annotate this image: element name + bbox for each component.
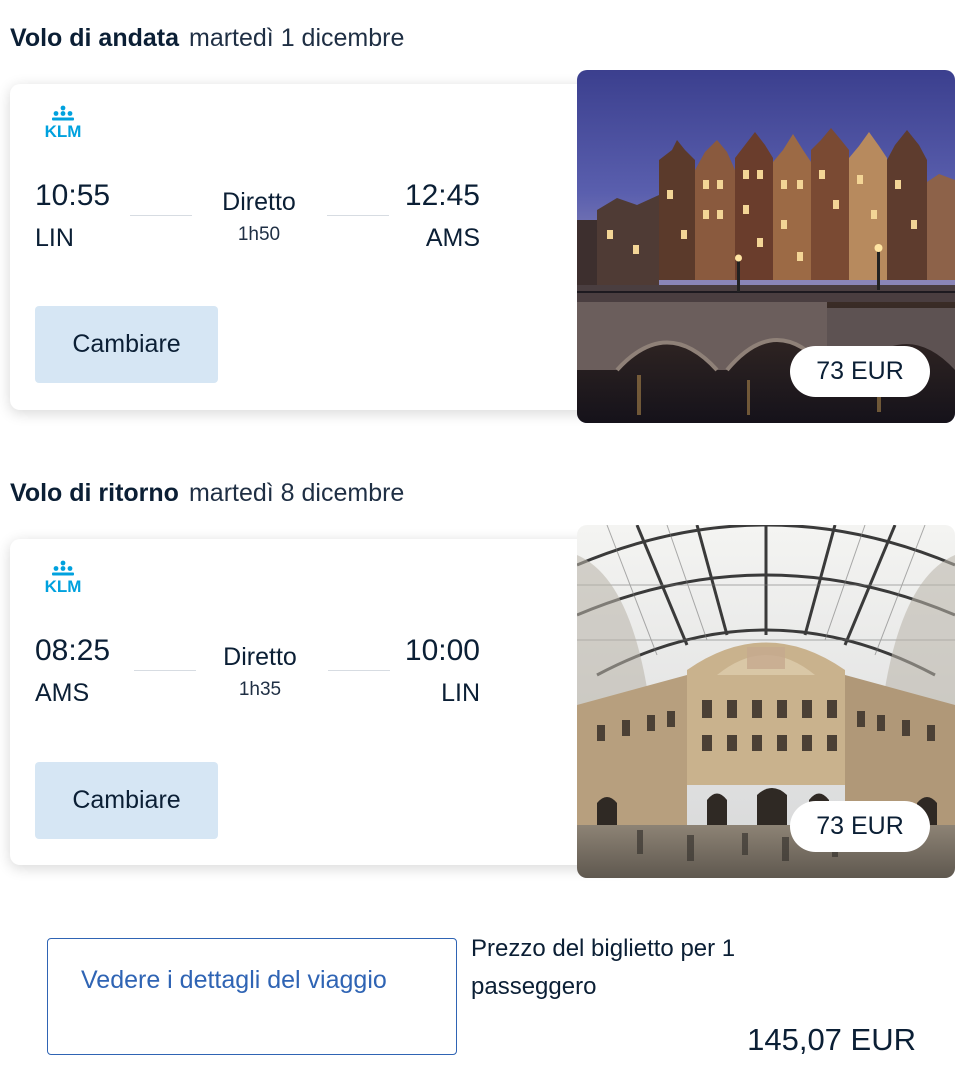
outbound-flight-card: KLM 10:55 LIN Diretto 1h50 12:45 AMS Cam… [10, 84, 630, 410]
return-flight-card: KLM 08:25 AMS Diretto 1h35 10:00 LIN Cam… [10, 539, 630, 865]
return-date: martedì 8 dicembre [188, 479, 405, 507]
change-return-button[interactable]: Cambiare [35, 762, 218, 839]
change-outbound-button[interactable]: Cambiare [35, 306, 218, 383]
amsterdam-canal-photo: 73 EUR [577, 70, 955, 423]
departure-airport: AMS [35, 679, 90, 707]
outbound-label: Volo di andata [10, 24, 179, 52]
outbound-date: martedì 1 dicembre [189, 24, 405, 52]
route-line-left [134, 670, 196, 671]
departure-time: 10:55 [35, 179, 111, 212]
klm-logo: KLM [45, 560, 82, 595]
klm-logo-text: KLM [45, 122, 82, 140]
arrival-airport: LIN [441, 679, 480, 707]
departure-airport: LIN [35, 224, 74, 252]
flight-type: Diretto [222, 188, 296, 216]
milan-galleria-photo: 73 EUR [577, 525, 955, 878]
return-label: Volo di ritorno [10, 479, 179, 507]
view-trip-details-button[interactable]: Vedere i dettagli del viaggio [47, 938, 457, 1055]
arrival-time: 10:00 [404, 634, 480, 667]
outbound-price-badge: 73 EUR [790, 346, 930, 397]
route-line-right [328, 670, 390, 671]
route-line-left [130, 215, 192, 216]
arrival-airport: AMS [425, 224, 480, 252]
departure-time: 08:25 [35, 634, 111, 667]
klm-logo: KLM [45, 105, 82, 140]
flight-duration: 1h35 [238, 679, 282, 700]
route-line-right [327, 215, 389, 216]
ticket-price-label: Prezzo del biglietto per 1 passeggero [471, 935, 736, 1000]
return-price-badge: 73 EUR [790, 801, 930, 852]
return-heading: Volo di ritorno martedì 8 dicembre [10, 478, 404, 508]
flight-type: Diretto [223, 643, 297, 671]
klm-logo-text: KLM [45, 577, 82, 595]
total-price: 145,07 EUR [747, 1022, 916, 1057]
outbound-heading: Volo di andata martedì 1 dicembre [10, 23, 404, 53]
arrival-time: 12:45 [404, 179, 480, 212]
flight-duration: 1h50 [237, 224, 281, 245]
page: Volo di andata martedì 1 dicembre KLM 10:… [0, 0, 960, 1092]
